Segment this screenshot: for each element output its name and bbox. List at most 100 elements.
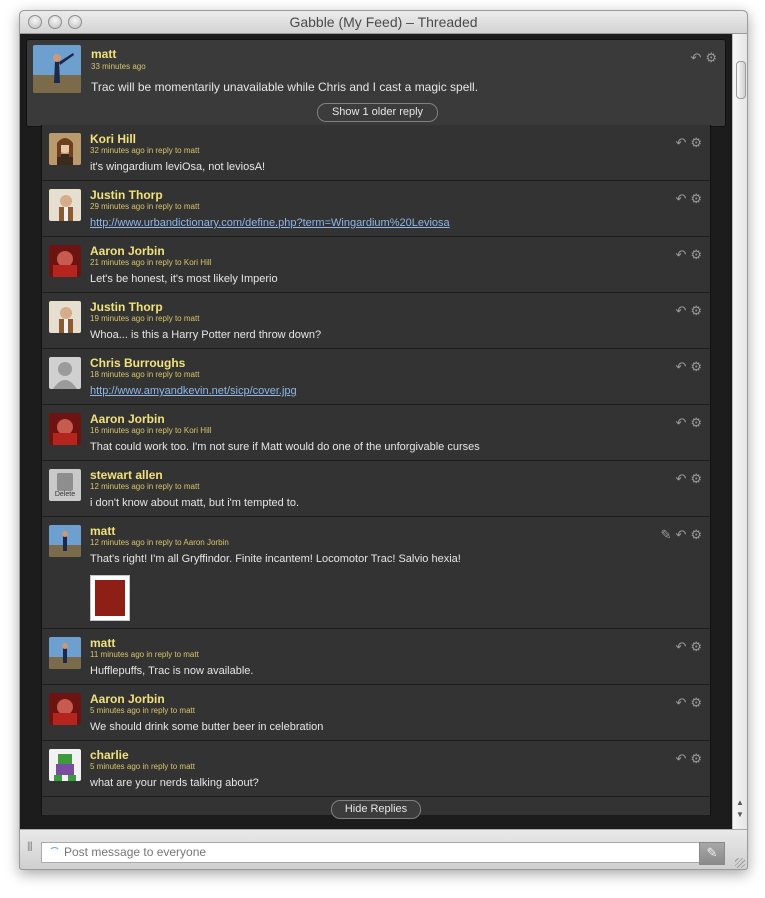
- reply-to-link[interactable]: Kori Hill: [184, 258, 212, 267]
- message-actions: ↶ ⚙: [671, 358, 702, 374]
- scroll-down-arrow[interactable]: ▼: [736, 810, 744, 819]
- reply-to-link[interactable]: matt: [184, 370, 200, 379]
- author-name[interactable]: Kori Hill: [90, 132, 136, 146]
- title-bar[interactable]: Gabble (My Feed) – Threaded: [20, 11, 747, 34]
- timestamp[interactable]: 18 minutes ago: [90, 370, 145, 379]
- reply-item: charlie 5 minutes ago in reply to matt w…: [42, 741, 710, 797]
- reply-icon[interactable]: ↶: [675, 360, 686, 374]
- avatar[interactable]: [33, 45, 81, 93]
- reply-icon[interactable]: ↶: [690, 51, 701, 65]
- reply-to-link[interactable]: matt: [183, 650, 199, 659]
- author-name[interactable]: Aaron Jorbin: [90, 244, 165, 258]
- avatar[interactable]: [49, 413, 81, 445]
- image-attachment-thumbnail[interactable]: [90, 575, 130, 621]
- reply-icon[interactable]: ↶: [675, 696, 686, 710]
- author-name[interactable]: matt: [90, 636, 115, 650]
- avatar[interactable]: [49, 357, 81, 389]
- reply-to-link[interactable]: matt: [179, 762, 195, 771]
- avatar[interactable]: [49, 245, 81, 277]
- message-actions: ↶ ⚙: [671, 638, 702, 654]
- author-name[interactable]: Justin Thorp: [90, 188, 163, 202]
- reply-icon[interactable]: ↶: [675, 472, 686, 486]
- reply-icon[interactable]: ↶: [675, 752, 686, 766]
- in-reply-label: in reply to: [146, 370, 182, 379]
- reply-to-link[interactable]: Aaron Jorbin: [183, 538, 228, 547]
- message-actions: ↶ ⚙: [671, 134, 702, 150]
- gear-icon[interactable]: ⚙: [690, 472, 702, 486]
- reply-to-link[interactable]: matt: [184, 314, 200, 323]
- reply-icon[interactable]: ↶: [675, 136, 686, 150]
- gear-icon[interactable]: ⚙: [705, 51, 717, 65]
- timestamp[interactable]: 12 minutes ago: [90, 482, 145, 491]
- gear-icon[interactable]: ⚙: [690, 528, 702, 542]
- trash-icon: [57, 473, 73, 491]
- paperclip-icon[interactable]: ✎: [661, 528, 672, 542]
- reply-to-link[interactable]: matt: [184, 482, 200, 491]
- avatar[interactable]: [49, 749, 81, 781]
- show-older-reply-button[interactable]: Show 1 older reply: [317, 103, 438, 122]
- avatar[interactable]: Delete: [49, 469, 81, 501]
- avatar[interactable]: [49, 133, 81, 165]
- author-name[interactable]: matt: [90, 524, 115, 538]
- resize-handle[interactable]: [735, 858, 745, 868]
- avatar[interactable]: [49, 525, 81, 557]
- gear-icon[interactable]: ⚙: [690, 304, 702, 318]
- scroll-up-arrow[interactable]: ▲: [736, 798, 744, 807]
- message-text: That's right! I'm all Gryffindor. Finite…: [90, 553, 461, 565]
- gear-icon[interactable]: ⚙: [690, 640, 702, 654]
- hide-replies-button[interactable]: Hide Replies: [331, 800, 421, 819]
- avatar[interactable]: [49, 693, 81, 725]
- author-name[interactable]: Justin Thorp: [90, 300, 163, 314]
- scrollbar[interactable]: ▲ ▼: [732, 34, 747, 829]
- gear-icon[interactable]: ⚙: [690, 192, 702, 206]
- gear-icon[interactable]: ⚙: [690, 416, 702, 430]
- reply-to-link[interactable]: matt: [179, 706, 195, 715]
- reply-icon[interactable]: ↶: [675, 192, 686, 206]
- author-name[interactable]: Chris Burroughs: [90, 356, 185, 370]
- reply-icon[interactable]: ↶: [675, 304, 686, 318]
- reply-to-link[interactable]: matt: [184, 146, 200, 155]
- timestamp[interactable]: 12 minutes ago: [90, 538, 145, 547]
- post-message-input[interactable]: [64, 844, 684, 859]
- timestamp[interactable]: 29 minutes ago: [90, 202, 145, 211]
- gear-icon[interactable]: ⚙: [690, 248, 702, 262]
- timestamp[interactable]: 21 minutes ago: [90, 258, 145, 267]
- gear-icon[interactable]: ⚙: [690, 696, 702, 710]
- reply-icon[interactable]: ↶: [675, 528, 686, 542]
- scroll-thumb[interactable]: [736, 61, 746, 99]
- gear-icon[interactable]: ⚙: [690, 136, 702, 150]
- avatar[interactable]: [49, 637, 81, 669]
- timestamp[interactable]: 5 minutes ago: [90, 762, 140, 771]
- timestamp[interactable]: 19 minutes ago: [90, 314, 145, 323]
- paperclip-icon: ✎: [706, 845, 718, 860]
- gear-icon[interactable]: ⚙: [690, 752, 702, 766]
- author-name[interactable]: stewart allen: [90, 468, 163, 482]
- message-link[interactable]: http://www.amyandkevin.net/sicp/cover.jp…: [90, 385, 297, 397]
- avatar[interactable]: [49, 189, 81, 221]
- in-reply-label: in reply to: [146, 482, 182, 491]
- message-text: Whoa... is this a Harry Potter nerd thro…: [90, 329, 322, 341]
- reply-icon[interactable]: ↶: [675, 640, 686, 654]
- author-name[interactable]: Aaron Jorbin: [90, 412, 165, 426]
- timestamp[interactable]: 11 minutes ago: [90, 650, 144, 659]
- timestamp[interactable]: 5 minutes ago: [90, 706, 140, 715]
- author-name[interactable]: charlie: [90, 748, 129, 762]
- drag-grip-icon[interactable]: |||: [27, 841, 33, 852]
- avatar[interactable]: [49, 301, 81, 333]
- author-name[interactable]: Aaron Jorbin: [90, 692, 165, 706]
- message-actions: ↶ ⚙: [671, 246, 702, 262]
- timestamp[interactable]: 33 minutes ago: [91, 62, 146, 71]
- reply-icon[interactable]: ↶: [675, 248, 686, 262]
- message-link[interactable]: http://www.urbandictionary.com/define.ph…: [90, 217, 450, 229]
- timestamp[interactable]: 16 minutes ago: [90, 426, 145, 435]
- gear-icon[interactable]: ⚙: [690, 360, 702, 374]
- reply-to-link[interactable]: matt: [184, 202, 200, 211]
- timestamp[interactable]: 32 minutes ago: [90, 146, 145, 155]
- in-reply-label: in reply to: [146, 202, 182, 211]
- in-reply-label: in reply to: [146, 538, 182, 547]
- post-message-field[interactable]: [41, 842, 700, 863]
- author-name[interactable]: matt: [91, 47, 116, 61]
- reply-to-link[interactable]: Kori Hill: [184, 426, 212, 435]
- reply-icon[interactable]: ↶: [675, 416, 686, 430]
- attach-button[interactable]: ✎: [699, 842, 725, 865]
